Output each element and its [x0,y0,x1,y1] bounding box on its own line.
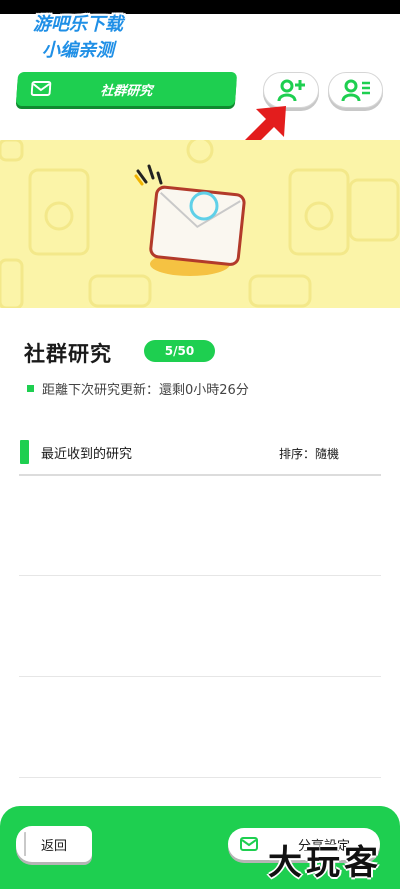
research-count-badge: 5/50 [144,340,215,362]
back-button-label: 返回 [40,838,67,854]
corner-watermark: 大玩客 [268,843,382,883]
friend-list-icon [341,79,370,102]
tab-social-research[interactable]: 社群研究 [15,72,238,106]
list-item [19,577,381,677]
section-title: 最近收到的研究 [41,447,133,462]
watermark-line1: 游吧乐下载 [33,14,123,35]
add-friend-icon [277,79,305,102]
list-item [19,678,381,778]
friend-list-button[interactable] [328,72,383,108]
back-button[interactable]: 返回 [16,826,92,862]
mail-icon [30,81,52,96]
mail-icon [240,837,258,851]
back-button-notch [16,832,26,856]
sort-selector[interactable]: 排序：隨機 [279,445,339,462]
page-title: 社群研究 [24,342,112,366]
watermark-line2: 小编亲测 [42,40,114,61]
envelope-illustration [134,164,246,276]
title-row: 社群研究 [24,338,112,368]
next-update-text: 距離下次研究更新：還剩0小時26分 [42,383,249,398]
next-update-row: 距離下次研究更新：還剩0小時26分 [27,379,249,398]
list-item [19,476,381,576]
bullet-square-icon [27,385,34,392]
section-accent-bar [20,440,29,464]
site-watermark: 游吧乐下载 小编亲测 [8,12,148,64]
